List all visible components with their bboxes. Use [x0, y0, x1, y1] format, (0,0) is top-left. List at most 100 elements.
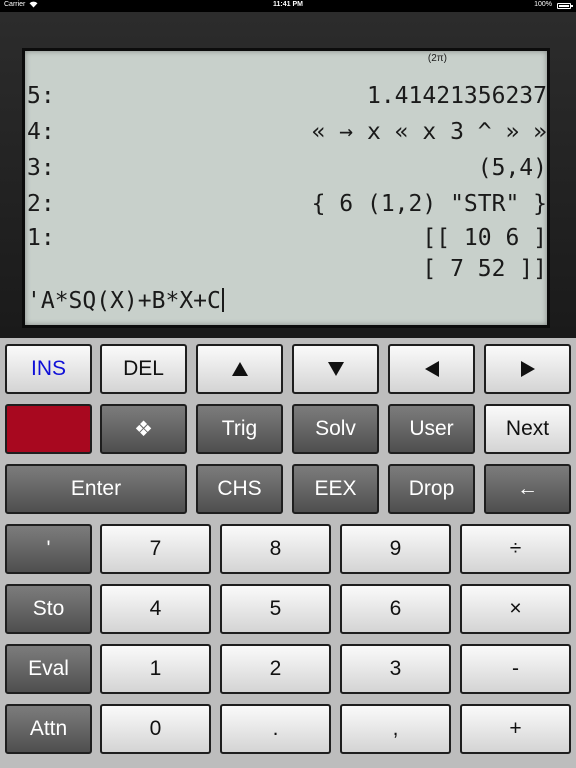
command-line[interactable]: 'A*SQ(X)+B*X+C	[27, 288, 224, 314]
stack-label: 3:	[27, 155, 55, 181]
chs-key-label: CHS	[217, 477, 262, 500]
stack-value: [[ 10 6 ]	[422, 225, 547, 251]
backspace-key[interactable]: ←	[484, 464, 571, 514]
digit-4-label: 4	[149, 597, 162, 620]
left-key[interactable]	[388, 344, 475, 394]
trig-key-label: Trig	[221, 417, 258, 440]
stack-level-3: 3: (5,4)	[27, 155, 547, 191]
minus-key[interactable]: -	[460, 644, 571, 694]
stack-level-1: 1: [[ 10 6 ] [ 7 52 ]]	[27, 225, 547, 282]
del-key-label: DEL	[123, 357, 164, 380]
stack-value-line-2: [ 7 52 ]]	[422, 256, 547, 282]
command-line-text: 'A*SQ(X)+B*X+C	[27, 288, 221, 314]
up-arrow-icon	[231, 361, 249, 377]
digit-7-label: 7	[149, 537, 162, 560]
text-cursor	[221, 288, 224, 312]
display-bezel: (2π) 5: 1.41421356237 4: « → x « x 3 ^ »…	[0, 12, 576, 338]
battery-percent: 100%	[534, 1, 552, 8]
eval-key-label: Eval	[28, 657, 69, 680]
stack-label: 2:	[27, 191, 55, 217]
left-arrow-icon	[424, 360, 440, 378]
comma-key[interactable]: ,	[340, 704, 451, 754]
digit-3-key[interactable]: 3	[340, 644, 451, 694]
digit-1-label: 1	[149, 657, 162, 680]
digit-0-label: 0	[149, 717, 162, 740]
status-bar: Carrier 11:41 PM 100%	[0, 0, 576, 12]
digit-0-key[interactable]: 0	[100, 704, 211, 754]
digit-2-key[interactable]: 2	[220, 644, 331, 694]
sto-key-label: Sto	[32, 597, 65, 620]
diamond-cursor-icon: ❖	[134, 417, 153, 441]
stack-value: { 6 (1,2) "STR" }	[311, 191, 547, 217]
minus-label: -	[512, 657, 519, 680]
stack-label: 4:	[27, 119, 55, 145]
quote-key[interactable]: '	[5, 524, 92, 574]
solv-key[interactable]: Solv	[292, 404, 379, 454]
stack-value: 1.41421356237	[366, 83, 547, 109]
digit-5-label: 5	[269, 597, 282, 620]
eval-key[interactable]: Eval	[5, 644, 92, 694]
lcd-screen: (2π) 5: 1.41421356237 4: « → x « x 3 ^ »…	[22, 48, 550, 328]
right-key[interactable]	[484, 344, 571, 394]
digit-8-key[interactable]: 8	[220, 524, 331, 574]
stack-label: 5:	[27, 83, 55, 109]
digit-6-key[interactable]: 6	[340, 584, 451, 634]
sto-key[interactable]: Sto	[5, 584, 92, 634]
stack-level-4: 4: « → x « x 3 ^ » »	[27, 119, 547, 155]
ins-key[interactable]: INS	[5, 344, 92, 394]
battery-icon	[557, 3, 573, 9]
multiply-key[interactable]: ×	[460, 584, 571, 634]
digit-3-label: 3	[389, 657, 402, 680]
user-key-label: User	[409, 417, 454, 440]
angle-mode-indicator: (2π)	[427, 53, 447, 64]
attn-key[interactable]: Attn	[5, 704, 92, 754]
down-arrow-icon	[327, 361, 345, 377]
stack-level-5: 5: 1.41421356237	[27, 83, 547, 119]
decimal-point-key[interactable]: .	[220, 704, 331, 754]
next-key[interactable]: Next	[484, 404, 571, 454]
quote-key-label: '	[46, 537, 51, 560]
digit-6-label: 6	[389, 597, 402, 620]
plus-key[interactable]: +	[460, 704, 571, 754]
divide-label: ÷	[509, 537, 522, 560]
enter-key[interactable]: Enter	[5, 464, 187, 514]
solv-key-label: Solv	[315, 417, 356, 440]
user-key[interactable]: User	[388, 404, 475, 454]
up-key[interactable]	[196, 344, 283, 394]
next-key-label: Next	[505, 417, 550, 440]
eex-key-label: EEX	[314, 477, 357, 500]
divide-key[interactable]: ÷	[460, 524, 571, 574]
cursor-mode-key[interactable]: ❖	[100, 404, 187, 454]
right-arrow-icon	[520, 360, 536, 378]
down-key[interactable]	[292, 344, 379, 394]
digit-7-key[interactable]: 7	[100, 524, 211, 574]
digit-4-key[interactable]: 4	[100, 584, 211, 634]
drop-key[interactable]: Drop	[388, 464, 475, 514]
digit-9-key[interactable]: 9	[340, 524, 451, 574]
stack-value: (5,4)	[477, 155, 547, 181]
keyboard: INS DEL ❖ Trig Solv User Next Enter CHS …	[0, 338, 576, 768]
digit-5-key[interactable]: 5	[220, 584, 331, 634]
stack-level-2: 2: { 6 (1,2) "STR" }	[27, 191, 547, 227]
chs-key[interactable]: CHS	[196, 464, 283, 514]
del-key[interactable]: DEL	[100, 344, 187, 394]
digit-9-label: 9	[389, 537, 402, 560]
plus-label: +	[509, 717, 522, 740]
stack-label: 1:	[27, 225, 55, 251]
attn-key-label: Attn	[29, 717, 68, 740]
clock: 11:41 PM	[273, 1, 303, 8]
ins-key-label: INS	[30, 357, 66, 380]
stack-value: « → x « x 3 ^ » »	[311, 119, 547, 145]
digit-8-label: 8	[269, 537, 282, 560]
digit-1-key[interactable]: 1	[100, 644, 211, 694]
drop-key-label: Drop	[408, 477, 455, 500]
eex-key[interactable]: EEX	[292, 464, 379, 514]
digit-2-label: 2	[269, 657, 282, 680]
trig-key[interactable]: Trig	[196, 404, 283, 454]
backspace-arrow-icon: ←	[517, 477, 538, 500]
shift-key[interactable]	[5, 404, 92, 454]
comma-label: ,	[392, 717, 399, 740]
multiply-label: ×	[509, 597, 522, 620]
decimal-point-label: .	[272, 717, 279, 740]
enter-key-label: Enter	[70, 477, 122, 500]
